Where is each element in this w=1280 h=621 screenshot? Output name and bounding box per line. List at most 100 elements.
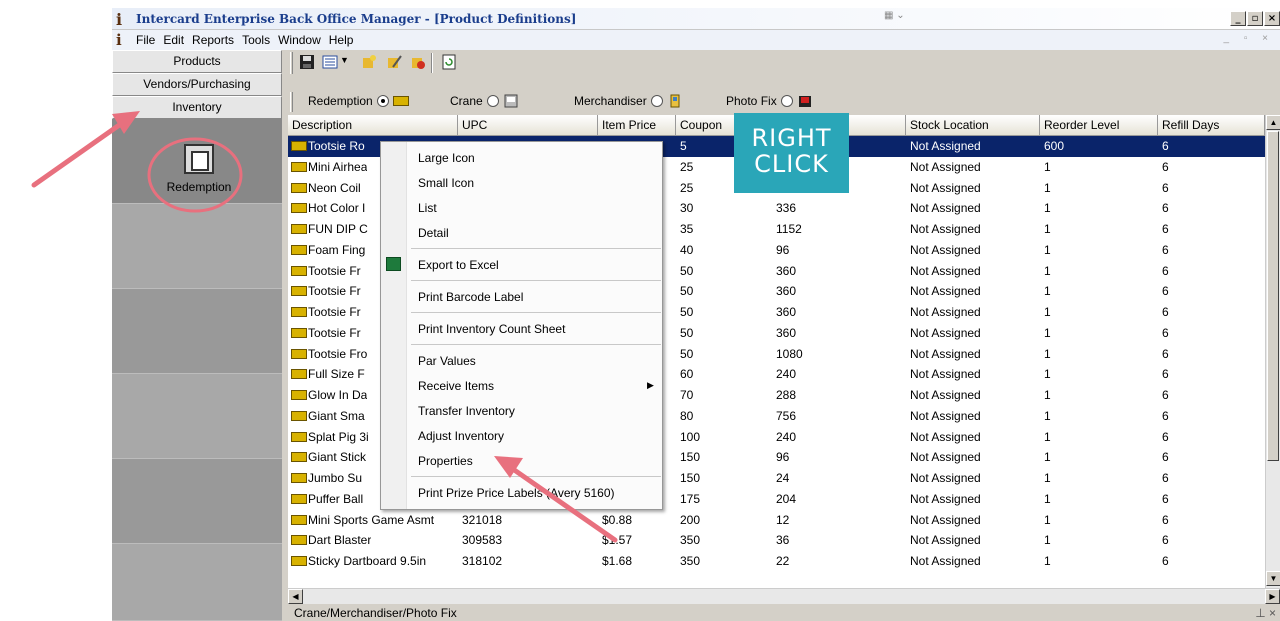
menu-tools[interactable]: Tools bbox=[242, 33, 270, 47]
edit-product-icon[interactable] bbox=[385, 53, 403, 71]
pin-icon[interactable]: ⊥ × bbox=[1255, 605, 1276, 621]
radio-button[interactable] bbox=[486, 95, 499, 107]
add-product-icon[interactable] bbox=[360, 53, 378, 71]
refresh-icon[interactable] bbox=[440, 53, 458, 71]
nav-band bbox=[112, 204, 282, 289]
cell-qty: 96 bbox=[776, 242, 790, 257]
cell-qty: 1152 bbox=[776, 222, 802, 236]
menu-item-par-values[interactable]: Par Values bbox=[418, 354, 476, 368]
nav-products-button[interactable]: Products bbox=[112, 50, 282, 73]
menu-file[interactable]: File bbox=[136, 33, 155, 47]
scroll-thumb[interactable] bbox=[1267, 131, 1279, 461]
cell-coupons: 50 bbox=[680, 346, 694, 361]
cell-desc: Full Size F bbox=[308, 367, 365, 382]
ticket-icon bbox=[291, 286, 307, 297]
column-header-stock-location[interactable]: Stock Location bbox=[906, 115, 1040, 136]
ticket-icon bbox=[291, 410, 307, 421]
cell-upc: 318102 bbox=[462, 554, 503, 568]
scroll-left-button[interactable]: ◀ bbox=[288, 589, 303, 604]
radio-crane[interactable]: Crane bbox=[450, 94, 519, 108]
status-text: Crane/Merchandiser/Photo Fix bbox=[294, 606, 457, 620]
cell-location: Not Assigned bbox=[910, 512, 981, 527]
table-row[interactable]: Dart Blaster 309583 $1.57 350 36 Not Assigned… bbox=[288, 530, 1265, 551]
menu-help[interactable]: Help bbox=[329, 33, 354, 47]
cell-location: Not Assigned bbox=[910, 201, 981, 216]
menu-item-adjust-inventory[interactable]: Adjust Inventory bbox=[418, 429, 504, 443]
window-title: Intercard Enterprise Back Office Manager… bbox=[136, 12, 577, 26]
vertical-scrollbar[interactable]: ▲ ▼ bbox=[1265, 115, 1280, 588]
redemption-tile[interactable]: Redemption bbox=[160, 144, 238, 206]
menu-item-large-icon[interactable]: Large Icon bbox=[418, 151, 475, 165]
table-row[interactable]: Mini Sports Game Asmt 321018 $0.88 200 12 Not… bbox=[288, 510, 1265, 531]
menu-item-receive-items[interactable]: Receive Items bbox=[418, 379, 494, 393]
cell-location: Not Assigned bbox=[910, 471, 981, 485]
radio-button[interactable] bbox=[780, 95, 793, 107]
mdi-controls[interactable]: _ ▫ × bbox=[1223, 33, 1274, 44]
menu-item-transfer-inventory[interactable]: Transfer Inventory bbox=[418, 404, 515, 418]
cell-coupons: 30 bbox=[680, 201, 694, 216]
ticket-icon bbox=[291, 493, 307, 504]
cell-desc: Tootsie Fro bbox=[308, 346, 368, 361]
menu-item-print-inventory-count-sheet[interactable]: Print Inventory Count Sheet bbox=[418, 322, 565, 336]
ticket-icon bbox=[291, 141, 307, 151]
menu-item-export-to-excel[interactable]: Export to Excel bbox=[418, 258, 499, 272]
ticket-icon bbox=[291, 203, 307, 214]
column-header-item-price[interactable]: Item Price bbox=[598, 115, 676, 136]
cell-coupons: 200 bbox=[680, 512, 701, 527]
delete-product-icon[interactable] bbox=[409, 53, 427, 71]
cell-desc: Glow In Da bbox=[308, 388, 368, 402]
menu-item-properties[interactable]: Properties bbox=[418, 454, 473, 468]
scroll-right-button[interactable]: ▶ bbox=[1265, 589, 1280, 604]
cell-desc: Dart Blaster bbox=[308, 533, 372, 548]
close-button[interactable]: × bbox=[1264, 11, 1280, 26]
dropdown-arrow-icon[interactable]: ▼ bbox=[340, 55, 349, 65]
menu-item-list[interactable]: List bbox=[418, 201, 437, 215]
cell-reorder: 600 bbox=[1044, 139, 1065, 153]
scroll-down-button[interactable]: ▼ bbox=[1266, 571, 1280, 586]
cell-price: $1.68 bbox=[602, 554, 633, 568]
title-bar: i Intercard Enterprise Back Office Manag… bbox=[112, 8, 1280, 30]
cell-coupons: 35 bbox=[680, 222, 694, 236]
cell-desc: FUN DIP C bbox=[308, 222, 368, 236]
table-row[interactable]: Sticky Dartboard 9.5in 318102 $1.68 350 22 No… bbox=[288, 551, 1265, 572]
menu-window[interactable]: Window bbox=[278, 33, 321, 47]
cell-refill: 6 bbox=[1162, 491, 1169, 506]
cell-refill: 6 bbox=[1162, 388, 1169, 402]
cell-coupons: 80 bbox=[680, 408, 694, 423]
menu-item-print-barcode-label[interactable]: Print Barcode Label bbox=[418, 290, 523, 304]
menu-item-print-prize-price-labels-avery-5160[interactable]: Print Prize Price Labels (Avery 5160) bbox=[418, 486, 615, 500]
minimize-button[interactable]: _ bbox=[1230, 11, 1246, 26]
menu-item-small-icon[interactable]: Small Icon bbox=[418, 176, 474, 190]
radio-button[interactable] bbox=[650, 95, 663, 107]
scroll-up-button[interactable]: ▲ bbox=[1266, 115, 1280, 130]
cell-qty: 1080 bbox=[776, 346, 803, 361]
left-nav-pane: Products Vendors/Purchasing Inventory Re… bbox=[112, 50, 282, 621]
cell-reorder: 1 bbox=[1044, 201, 1051, 216]
cell-reorder: 1 bbox=[1044, 263, 1051, 278]
cell-qty: 36 bbox=[776, 533, 790, 548]
radio-redemption[interactable]: Redemption bbox=[308, 94, 409, 108]
column-header-description[interactable]: Description bbox=[288, 115, 458, 136]
crane-icon bbox=[504, 94, 518, 108]
window-layout-icon[interactable]: ▦ ⌄ bbox=[884, 10, 938, 26]
cell-coupons: 100 bbox=[680, 429, 701, 444]
radio-merchandiser[interactable]: Merchandiser bbox=[574, 94, 683, 108]
view-options-icon[interactable] bbox=[321, 53, 339, 71]
column-header-reorder-level[interactable]: Reorder Level bbox=[1040, 115, 1158, 136]
column-header-refill-days[interactable]: Refill Days bbox=[1158, 115, 1265, 136]
redemption-icon bbox=[184, 144, 214, 174]
radio-button[interactable] bbox=[376, 95, 389, 107]
menu-edit[interactable]: Edit bbox=[163, 33, 184, 47]
column-header-upc[interactable]: UPC bbox=[458, 115, 598, 136]
menu-item-detail[interactable]: Detail bbox=[418, 226, 449, 240]
horizontal-scrollbar[interactable]: ◀ ▶ bbox=[288, 588, 1280, 604]
maximize-button[interactable]: ▫ bbox=[1247, 11, 1263, 26]
radio-photo-fix[interactable]: Photo Fix bbox=[726, 94, 813, 108]
nav-inventory-button[interactable]: Inventory bbox=[112, 96, 282, 119]
nav-vendors-purchasing-button[interactable]: Vendors/Purchasing bbox=[112, 73, 282, 96]
save-icon[interactable] bbox=[298, 53, 316, 71]
cell-reorder: 1 bbox=[1044, 450, 1051, 465]
cell-upc: 309583 bbox=[462, 533, 503, 548]
cell-desc: Mini Airhea bbox=[308, 159, 368, 174]
menu-reports[interactable]: Reports bbox=[192, 33, 234, 47]
